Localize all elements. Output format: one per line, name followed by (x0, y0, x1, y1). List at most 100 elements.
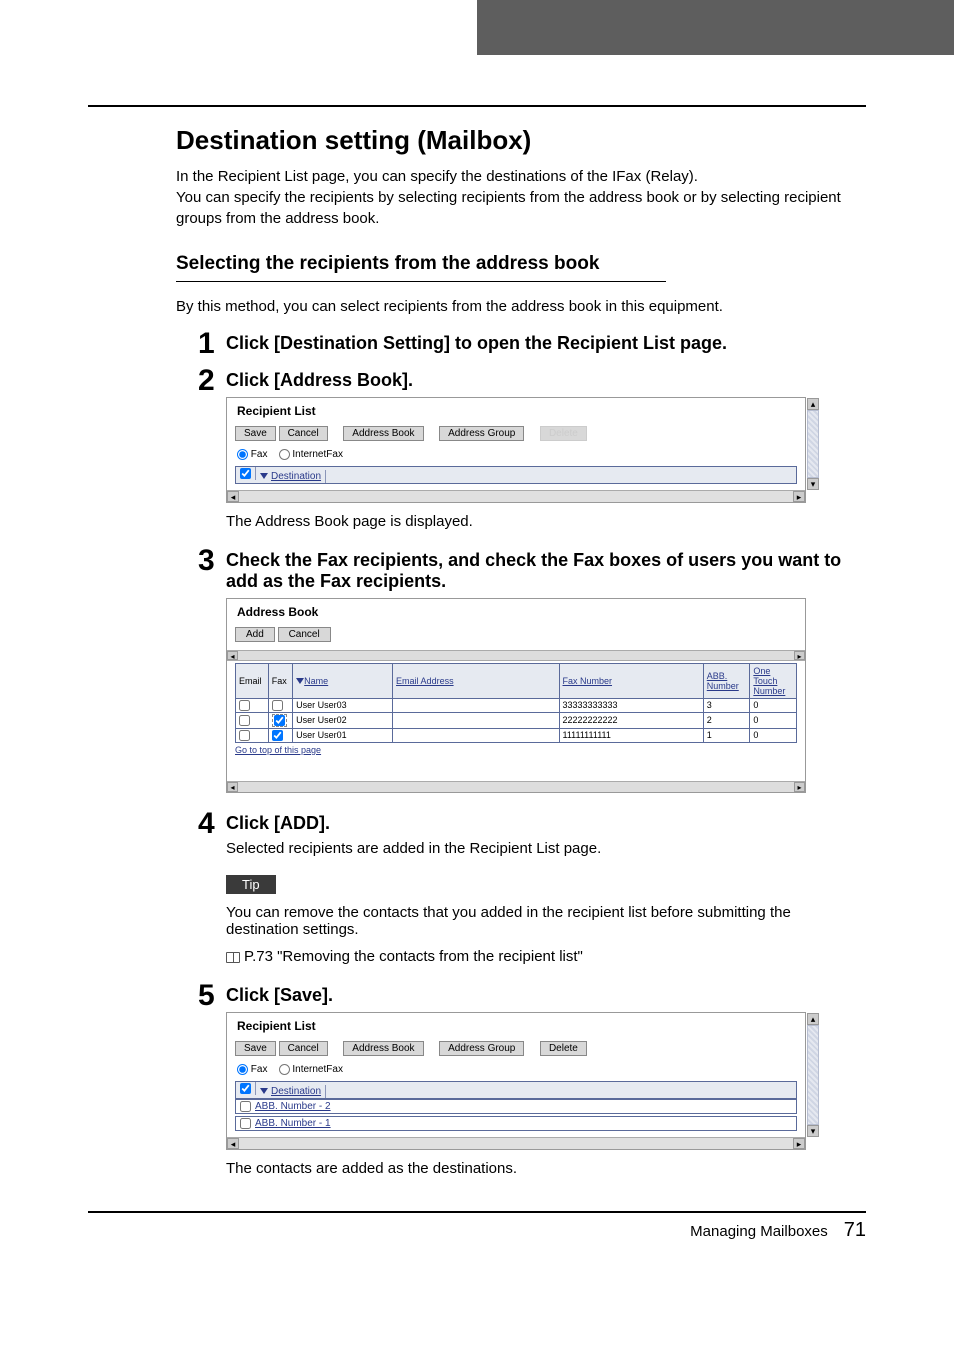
scroll-right-icon[interactable]: ▸ (793, 1138, 805, 1149)
scroll-right-icon[interactable]: ▸ (794, 782, 805, 792)
cell-name: User User01 (293, 728, 393, 742)
row-link[interactable]: ABB. Number - 1 (255, 1118, 331, 1129)
row-link[interactable]: ABB. Number - 2 (255, 1101, 331, 1112)
list-item: ABB. Number - 1 (235, 1116, 797, 1131)
destination-select-all[interactable] (236, 1082, 256, 1095)
subsection-title: Selecting the recipients from the addres… (176, 253, 866, 275)
internetfax-radio[interactable]: InternetFax (279, 1064, 343, 1075)
address-book-header: Address Book (227, 599, 805, 625)
cell-email (393, 698, 559, 712)
address-book-screenshot: Address Book Add Cancel ◂ ▸ Email Fax (226, 598, 806, 793)
fax-checkbox[interactable] (272, 730, 283, 741)
cell-fax: 11111111111 (559, 728, 703, 742)
col-email-addr: Email Address (393, 663, 559, 698)
cell-fax: 22222222222 (559, 712, 703, 728)
horizontal-scrollbar[interactable]: ◂ ▸ (227, 1137, 805, 1149)
address-group-button[interactable]: Address Group (439, 1041, 524, 1056)
email-checkbox[interactable] (239, 715, 250, 726)
scroll-left-icon[interactable]: ◂ (227, 651, 238, 660)
row-checkbox[interactable] (240, 1118, 251, 1129)
scroll-left-icon[interactable]: ◂ (227, 782, 238, 792)
fax-checkbox[interactable] (274, 715, 285, 726)
cell-email (393, 712, 559, 728)
destination-column-link[interactable]: Destination (271, 471, 321, 482)
addr-hscroll-top[interactable]: ◂ ▸ (227, 650, 805, 661)
horizontal-scrollbar[interactable]: ◂ ▸ (227, 490, 805, 502)
step-5-title: Click [Save]. (226, 985, 866, 1006)
name-sort-link[interactable]: Name (304, 676, 328, 686)
step-3-title: Check the Fax recipients, and check the … (226, 550, 866, 592)
sort-arrow-icon[interactable] (296, 678, 304, 684)
address-book-toolbar: Add Cancel (227, 625, 805, 650)
step-number: 2 (198, 366, 226, 540)
col-name: Name (293, 663, 393, 698)
cancel-button[interactable]: Cancel (279, 426, 328, 441)
section-title: Destination setting (Mailbox) (176, 125, 866, 156)
delete-button[interactable]: Delete (540, 426, 587, 441)
go-to-top-link[interactable]: Go to top of this page (235, 745, 797, 755)
table-row: User User02 22222222222 2 0 (236, 712, 797, 728)
step-number: 4 (198, 809, 226, 975)
destination-column-link[interactable]: Destination (271, 1086, 321, 1097)
one-touch-sort-link[interactable]: One Touch Number (753, 666, 785, 696)
tip-reference: P.73 "Removing the contacts from the rec… (226, 948, 866, 965)
footer-section: Managing Mailboxes (690, 1223, 828, 1240)
add-button[interactable]: Add (235, 627, 275, 642)
cell-fax: 33333333333 (559, 698, 703, 712)
tip-ref-text: P.73 "Removing the contacts from the rec… (244, 948, 583, 965)
col-email: Email (236, 663, 269, 698)
step-2-after: The Address Book page is displayed. (226, 513, 866, 530)
fax-num-sort-link[interactable]: Fax Number (563, 676, 613, 686)
cell-ot: 0 (750, 698, 797, 712)
scroll-up-icon[interactable]: ▴ (807, 1013, 819, 1025)
scroll-down-icon[interactable]: ▾ (807, 1125, 819, 1137)
scroll-left-icon[interactable]: ◂ (227, 491, 239, 502)
recipient-list-screenshot: ▴ ▾ Recipient List Save Cancel Address B… (226, 397, 806, 503)
scrollbar-track[interactable] (807, 1025, 819, 1125)
email-checkbox[interactable] (239, 700, 250, 711)
destination-select-all[interactable] (236, 467, 256, 480)
cancel-button[interactable]: Cancel (279, 1041, 328, 1056)
scroll-up-icon[interactable]: ▴ (807, 398, 819, 410)
address-group-button[interactable]: Address Group (439, 426, 524, 441)
cell-name: User User03 (293, 698, 393, 712)
sort-arrow-icon[interactable] (260, 473, 268, 479)
step-number: 5 (198, 981, 226, 1187)
cancel-button[interactable]: Cancel (278, 627, 331, 642)
step-4: 4 Click [ADD]. Selected recipients are a… (198, 809, 866, 975)
address-book-table: Email Fax Name Email Address Fax Number … (235, 663, 797, 743)
subsection-intro: By this method, you can select recipient… (176, 296, 866, 317)
internetfax-radio-label: InternetFax (292, 1064, 343, 1075)
abb-sort-link[interactable]: ABB. Number (707, 671, 739, 691)
step-number: 1 (198, 329, 226, 360)
save-button[interactable]: Save (235, 1041, 276, 1056)
email-checkbox[interactable] (239, 730, 250, 741)
step-4-desc: Selected recipients are added in the Rec… (226, 840, 866, 857)
internetfax-radio[interactable]: InternetFax (279, 449, 343, 460)
scroll-left-icon[interactable]: ◂ (227, 1138, 239, 1149)
scroll-right-icon[interactable]: ▸ (794, 651, 805, 660)
scroll-right-icon[interactable]: ▸ (793, 491, 805, 502)
cell-name: User User02 (293, 712, 393, 728)
step-number: 3 (198, 546, 226, 803)
fax-checkbox[interactable] (272, 700, 283, 711)
recipient-type-radios: Fax InternetFax (227, 1060, 805, 1079)
fax-radio[interactable]: Fax (237, 449, 267, 460)
row-checkbox[interactable] (240, 1101, 251, 1112)
delete-button[interactable]: Delete (540, 1041, 587, 1056)
address-book-button[interactable]: Address Book (343, 426, 423, 441)
fax-radio-label: Fax (251, 1064, 268, 1075)
address-book-button[interactable]: Address Book (343, 1041, 423, 1056)
tip-text: You can remove the contacts that you add… (226, 904, 866, 938)
sort-arrow-icon[interactable] (260, 1088, 268, 1094)
step-2: 2 Click [Address Book]. ▴ ▾ Recipient Li… (198, 366, 866, 540)
save-button[interactable]: Save (235, 426, 276, 441)
cell-abb: 1 (703, 728, 750, 742)
addr-hscroll-bot[interactable]: ◂ ▸ (227, 781, 805, 792)
fax-radio[interactable]: Fax (237, 1064, 267, 1075)
scroll-down-icon[interactable]: ▾ (807, 478, 819, 490)
scrollbar-track[interactable] (807, 410, 819, 478)
cell-ot: 0 (750, 728, 797, 742)
tip-label: Tip (226, 875, 276, 894)
email-addr-sort-link[interactable]: Email Address (396, 676, 454, 686)
